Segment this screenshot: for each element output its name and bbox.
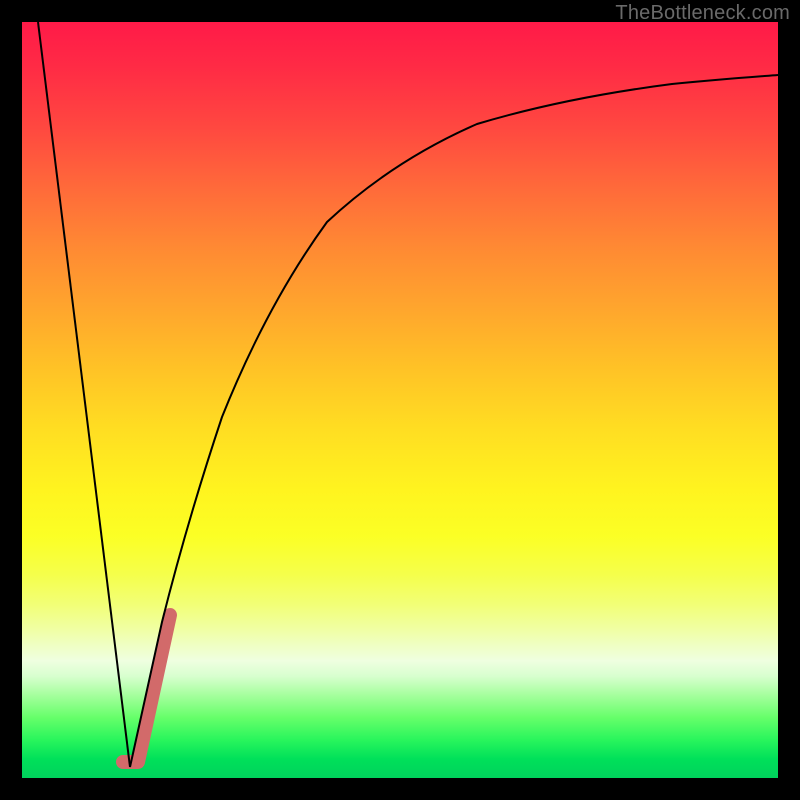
asymptotic-curve xyxy=(130,75,778,767)
watermark-text: TheBottleneck.com xyxy=(615,2,790,25)
plot-area xyxy=(22,22,778,778)
left-slope xyxy=(38,22,130,767)
chart-frame: TheBottleneck.com xyxy=(0,0,800,800)
curve-layer xyxy=(22,22,778,778)
